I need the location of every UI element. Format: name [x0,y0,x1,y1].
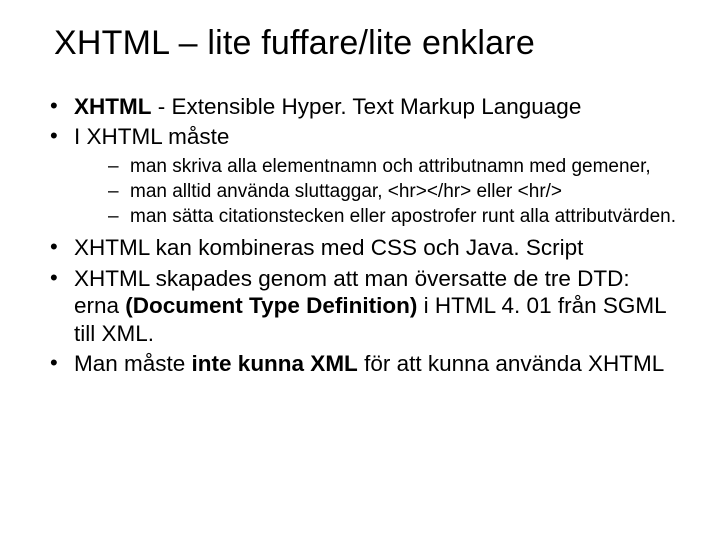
slide: XHTML – lite fuffare/lite enklare XHTML … [0,0,720,401]
text-bold: XHTML [74,94,152,119]
slide-title: XHTML – lite fuffare/lite enklare [54,24,680,63]
text: - Extensible Hyper. Text Markup Language [152,94,582,119]
bullet-list: XHTML - Extensible Hyper. Text Markup La… [40,93,680,378]
text: man sätta [130,206,219,227]
text: sluttaggar [295,181,377,202]
text-bold: (Document Type Definition) [125,293,417,318]
bullet-item: XHTML kan kombineras med CSS och Java. S… [50,234,680,261]
text: citationstecken [219,206,345,227]
sub-bullet-item: man alltid använda sluttaggar, <hr></hr>… [108,180,680,203]
text: XML [102,321,148,346]
text: man alltid använda [130,181,295,202]
text-bold: inte kunna XML [192,351,358,376]
text: Man måste [74,351,192,376]
sub-bullet-list: man skriva alla elementnamn och attribut… [74,155,680,229]
text: för att kunna använda XHTML [358,351,664,376]
text: kombineras [198,235,314,260]
text: I XHTML måste [74,124,229,149]
bullet-item: XHTML skapades genom att man översatte d… [50,265,680,347]
text: gemener [571,156,645,177]
bullet-item: Man måste inte kunna XML för att kunna a… [50,350,680,377]
bullet-item: I XHTML måste man skriva alla elementnam… [50,123,680,228]
sub-bullet-item: man skriva alla elementnamn och attribut… [108,155,680,178]
text: med CSS och Java. Script [315,235,584,260]
bullet-item: XHTML - Extensible Hyper. Text Markup La… [50,93,680,120]
sub-bullet-item: man sätta citationstecken eller apostrof… [108,205,680,228]
text: , <hr></hr> eller <hr/> [377,181,562,202]
text: man skriva alla elementnamn och attribut… [130,156,571,177]
text: . [148,321,154,346]
text: XHTML kan [74,235,198,260]
text: eller apostrofer runt alla attributvärde… [344,206,676,227]
text: , [645,156,650,177]
